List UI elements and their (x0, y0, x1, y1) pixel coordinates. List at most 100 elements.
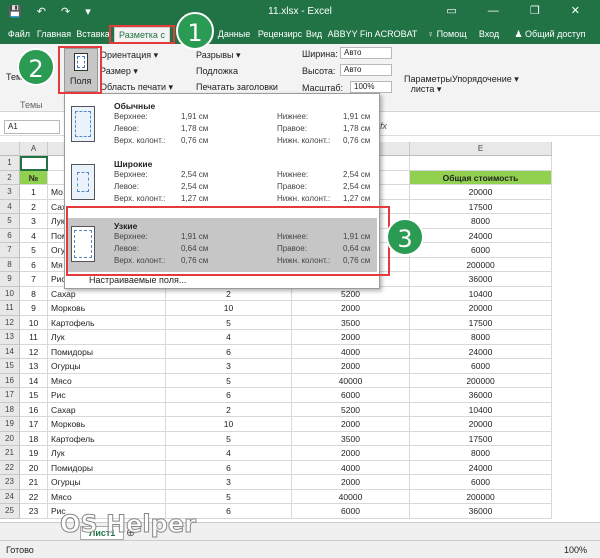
custom-margins-item[interactable]: Настраиваемые поля... (89, 275, 186, 285)
table-cell[interactable]: 19 (20, 446, 48, 461)
table-cell[interactable]: Картофель (48, 315, 166, 330)
table-cell[interactable]: 6000 (292, 388, 410, 403)
sheet-params-button[interactable]: Параметры листа ▾ (404, 74, 452, 95)
table-cell[interactable]: 24000 (410, 344, 552, 359)
sign-in-button[interactable]: Вход (474, 27, 504, 44)
table-cell[interactable]: 2000 (292, 359, 410, 374)
row-header[interactable]: 22 (0, 460, 20, 475)
table-cell[interactable]: 24000 (410, 228, 552, 243)
table-cell[interactable]: 5 (166, 431, 292, 446)
table-cell[interactable]: 15 (20, 388, 48, 403)
table-cell[interactable]: 10 (166, 301, 292, 316)
table-cell[interactable]: 6 (166, 344, 292, 359)
row-header[interactable]: 2 (0, 170, 20, 185)
table-cell[interactable]: 4000 (292, 460, 410, 475)
row-header[interactable]: 19 (0, 417, 20, 432)
row-header[interactable]: 3 (0, 185, 20, 200)
row-header[interactable]: 6 (0, 228, 20, 243)
table-cell[interactable]: 8000 (410, 214, 552, 229)
orientation-button[interactable]: Ориентация ▾ (100, 50, 158, 61)
table-cell[interactable]: 36000 (410, 272, 552, 287)
print-area-button[interactable]: Область печати ▾ (100, 82, 173, 93)
table-cell[interactable]: 40000 (292, 489, 410, 504)
breaks-button[interactable]: Разрывы ▾ (196, 50, 240, 61)
tab-file[interactable]: Файл (4, 27, 34, 44)
table-cell[interactable]: 4 (166, 446, 292, 461)
select-all-corner[interactable] (0, 142, 20, 156)
tab-data[interactable]: Данные (214, 27, 254, 44)
print-titles-button[interactable]: Печатать заголовки (196, 82, 278, 92)
tab-insert[interactable]: Вставка (74, 27, 112, 44)
row-header[interactable]: 14 (0, 344, 20, 359)
tab-help[interactable]: ♀ Помощ (420, 27, 474, 44)
margins-option[interactable]: Обычные Верхнее: 1,91 см Нижнее: 1,91 см Лево… (67, 98, 377, 152)
table-cell[interactable]: 2 (20, 199, 48, 214)
table-cell[interactable]: 2000 (292, 446, 410, 461)
row-header[interactable]: 8 (0, 257, 20, 272)
background-button[interactable]: Подложка (196, 66, 238, 76)
table-cell[interactable]: 7 (20, 272, 48, 287)
table-cell[interactable]: 5 (166, 373, 292, 388)
width-select[interactable]: Авто (340, 47, 392, 59)
table-cell[interactable]: Мясо (48, 489, 166, 504)
table-cell[interactable]: Сахар (48, 402, 166, 417)
table-cell[interactable]: Огурцы (48, 359, 166, 374)
table-cell[interactable]: 20 (20, 460, 48, 475)
size-button[interactable]: Размер ▾ (100, 66, 138, 77)
table-cell[interactable]: 13 (20, 359, 48, 374)
table-cell[interactable]: 8000 (410, 330, 552, 345)
row-header[interactable]: 24 (0, 489, 20, 504)
row-header[interactable]: 4 (0, 199, 20, 214)
row-header[interactable]: 20 (0, 431, 20, 446)
row-header[interactable]: 7 (0, 243, 20, 258)
table-cell[interactable]: 8 (20, 286, 48, 301)
table-cell[interactable]: 11 (20, 330, 48, 345)
table-cell[interactable]: 6000 (410, 243, 552, 258)
table-cell[interactable]: 3500 (292, 315, 410, 330)
table-cell[interactable]: 40000 (292, 373, 410, 388)
table-cell[interactable]: 6 (166, 460, 292, 475)
row-header[interactable]: 5 (0, 214, 20, 229)
height-select[interactable]: Авто (340, 64, 392, 76)
table-cell[interactable]: 16 (20, 402, 48, 417)
table-cell[interactable]: 10400 (410, 402, 552, 417)
row-header[interactable]: 11 (0, 301, 20, 316)
table-cell[interactable]: 2000 (292, 417, 410, 432)
name-box[interactable]: A1 (4, 120, 60, 134)
table-cell[interactable]: Помидоры (48, 460, 166, 475)
margins-option[interactable]: Широкие Верхнее: 2,54 см Нижнее: 2,54 см Лево… (67, 156, 377, 210)
row-header[interactable]: 10 (0, 286, 20, 301)
table-cell[interactable]: Рис (48, 388, 166, 403)
table-cell[interactable]: 5 (166, 489, 292, 504)
row-header[interactable]: 23 (0, 475, 20, 490)
table-cell[interactable]: 17 (20, 417, 48, 432)
table-cell[interactable]: 20000 (410, 185, 552, 200)
table-cell[interactable]: 5 (20, 243, 48, 258)
table-cell[interactable]: 20000 (410, 417, 552, 432)
table-cell[interactable]: 6 (20, 257, 48, 272)
table-cell[interactable]: 10 (20, 315, 48, 330)
table-cell[interactable]: 4 (20, 228, 48, 243)
tab-review[interactable]: Рецензирс (256, 27, 304, 44)
table-cell[interactable]: 12 (20, 344, 48, 359)
table-cell[interactable]: Лук (48, 446, 166, 461)
row-header[interactable]: 13 (0, 330, 20, 345)
row-header[interactable]: 15 (0, 359, 20, 374)
table-cell[interactable]: 14 (20, 373, 48, 388)
table-cell[interactable]: 3 (166, 359, 292, 374)
table-cell[interactable]: Морковь (48, 301, 166, 316)
table-cell[interactable]: 18 (20, 431, 48, 446)
table-cell[interactable]: 17500 (410, 199, 552, 214)
scale-input[interactable]: 100% (350, 81, 392, 93)
table-cell[interactable]: Огурцы (48, 475, 166, 490)
table-cell[interactable]: 2000 (292, 475, 410, 490)
tab-view[interactable]: Вид (304, 27, 324, 44)
table-cell[interactable] (20, 156, 48, 171)
table-cell[interactable]: 36000 (410, 388, 552, 403)
row-header[interactable]: 18 (0, 402, 20, 417)
table-cell[interactable]: Общая стоимость (410, 170, 552, 185)
table-cell[interactable] (410, 156, 552, 171)
table-cell[interactable]: 200000 (410, 373, 552, 388)
table-cell[interactable]: 5 (166, 315, 292, 330)
row-header[interactable]: 21 (0, 446, 20, 461)
